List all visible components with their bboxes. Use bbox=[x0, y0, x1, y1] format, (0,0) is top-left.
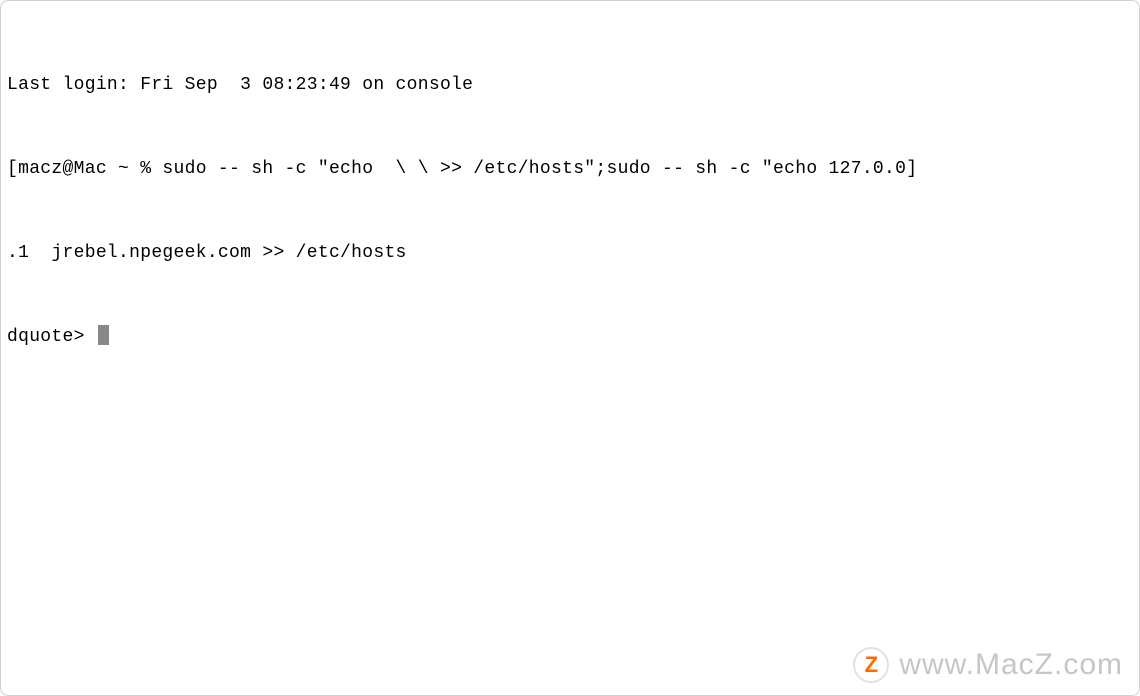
terminal-output[interactable]: Last login: Fri Sep 3 08:23:49 on consol… bbox=[1, 1, 1139, 385]
terminal-line-last-login: Last login: Fri Sep 3 08:23:49 on consol… bbox=[7, 71, 1133, 99]
watermark-logo-icon: Z bbox=[853, 647, 889, 683]
watermark: Z www.MacZ.com bbox=[853, 647, 1123, 683]
terminal-cursor bbox=[98, 325, 109, 345]
watermark-logo-letter: Z bbox=[865, 651, 878, 679]
terminal-line-command-1: [macz@Mac ~ % sudo -- sh -c "echo \ \ >>… bbox=[7, 155, 1133, 183]
terminal-line-command-2: .1 jrebel.npegeek.com >> /etc/hosts bbox=[7, 239, 1133, 267]
terminal-line-prompt: dquote> bbox=[7, 323, 1133, 351]
terminal-prompt-text: dquote> bbox=[7, 327, 96, 347]
watermark-text: www.MacZ.com bbox=[899, 651, 1123, 679]
